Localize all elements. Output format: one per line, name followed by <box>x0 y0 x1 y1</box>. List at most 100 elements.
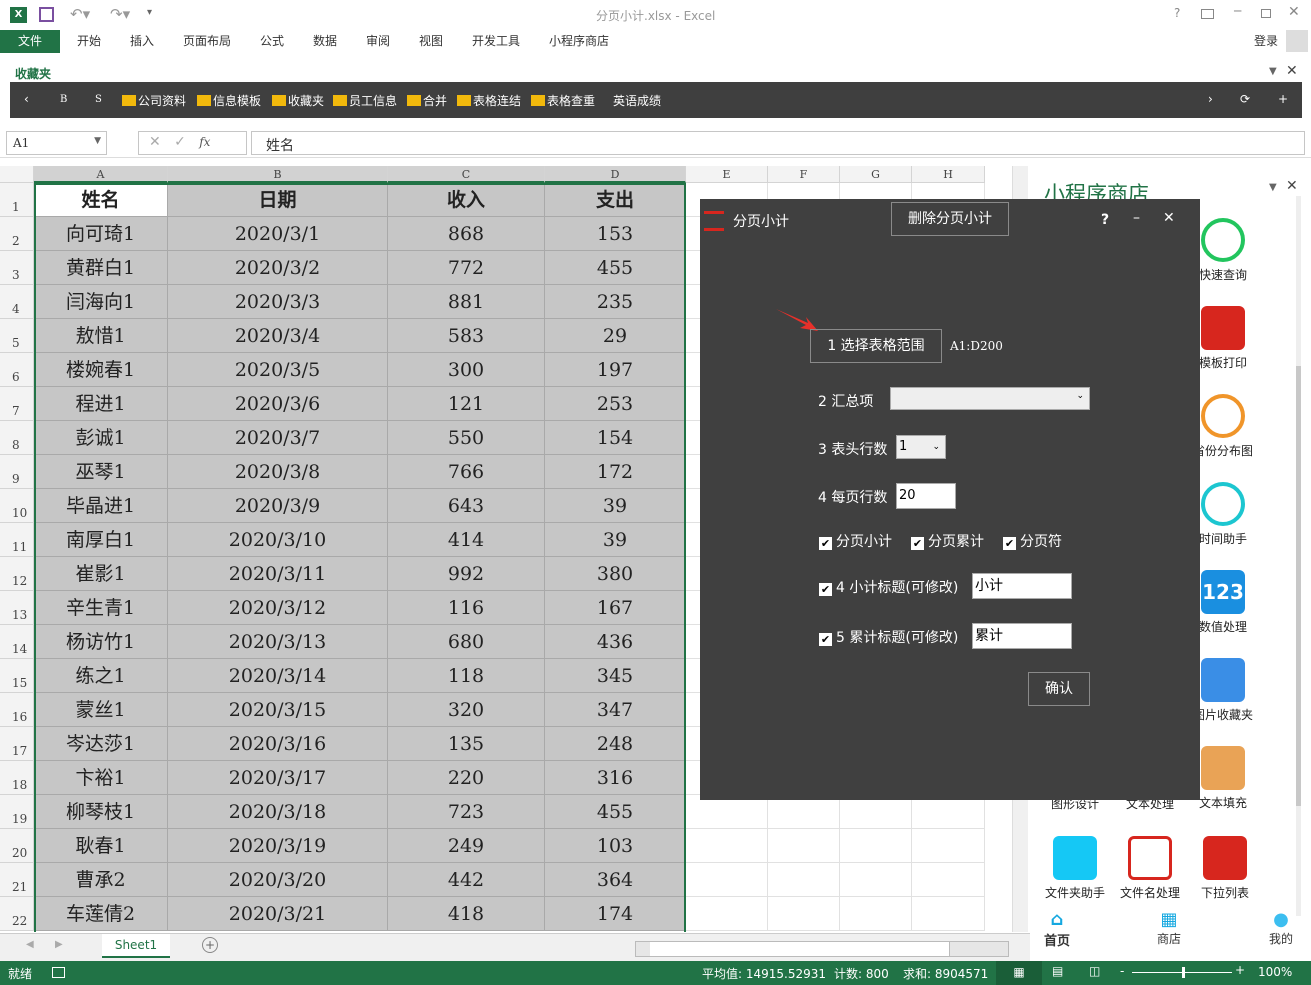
empty-cell[interactable] <box>840 795 912 829</box>
favorites-close-icon[interactable]: ✕ <box>1286 63 1298 79</box>
undo-icon[interactable]: ↶▾ <box>70 5 90 23</box>
zoom-slider[interactable] <box>1132 967 1232 978</box>
row-header[interactable]: 2 <box>0 217 34 251</box>
favorite-folder-item[interactable]: 员工信息 <box>333 92 397 109</box>
page-layout-view-icon[interactable]: ▤ <box>1052 964 1063 978</box>
empty-cell[interactable] <box>840 829 912 863</box>
cumulative-title-input[interactable]: 累计 <box>972 623 1072 649</box>
tab-mini-store[interactable]: 小程序商店 <box>549 30 609 53</box>
empty-cell[interactable] <box>912 795 985 829</box>
macro-record-icon[interactable] <box>52 967 65 978</box>
dialog-minimize-icon[interactable]: – <box>1133 210 1140 226</box>
delete-subtotal-button[interactable]: 删除分页小计 <box>891 202 1009 236</box>
empty-cell[interactable] <box>686 897 768 931</box>
tab-view[interactable]: 视图 <box>419 30 443 53</box>
tab-data[interactable]: 数据 <box>313 30 337 53</box>
panel-collapse-icon[interactable]: ▼ <box>1269 182 1277 193</box>
row-header[interactable]: 5 <box>0 319 34 353</box>
panel-item[interactable]: 下拉列表 <box>1188 836 1262 901</box>
row-header[interactable]: 9 <box>0 455 34 489</box>
panel-item[interactable]: 文件夹助手 <box>1038 836 1112 901</box>
minimize-icon[interactable]: ─ <box>1234 4 1241 18</box>
zoom-level[interactable]: 100% <box>1258 965 1292 979</box>
empty-cell[interactable] <box>768 897 840 931</box>
row-header[interactable]: 13 <box>0 591 34 625</box>
empty-cell[interactable] <box>912 829 985 863</box>
row-header[interactable]: 4 <box>0 285 34 319</box>
row-header[interactable]: 12 <box>0 557 34 591</box>
summary-item-select[interactable]: ⌄ <box>890 387 1090 410</box>
tab-page-layout[interactable]: 页面布局 <box>183 30 231 53</box>
enter-icon[interactable]: ✓ <box>174 134 186 150</box>
subtotal-title-input[interactable]: 小计 <box>972 573 1072 599</box>
checkbox-page-cumulative[interactable]: ✔ 分页累计 <box>911 531 984 551</box>
empty-cell[interactable] <box>912 897 985 931</box>
empty-cell[interactable] <box>768 795 840 829</box>
zoom-in-icon[interactable]: + <box>1235 963 1245 977</box>
s-button[interactable]: S <box>95 94 102 105</box>
tab-developer[interactable]: 开发工具 <box>472 30 520 53</box>
confirm-button[interactable]: 确认 <box>1028 672 1090 706</box>
refresh-icon[interactable]: ⟳ <box>1240 92 1250 106</box>
customize-qat-icon[interactable]: ▾ <box>147 7 152 18</box>
dialog-help-icon[interactable]: ? <box>1101 212 1109 228</box>
select-all-corner[interactable] <box>0 166 34 183</box>
row-header[interactable]: 10 <box>0 489 34 523</box>
checkbox-page-subtotal[interactable]: ✔ 分页小计 <box>819 531 892 551</box>
normal-view-icon[interactable]: ▦ <box>996 961 1042 985</box>
favorite-folder-item[interactable]: 信息模板 <box>197 92 261 109</box>
column-header[interactable]: C <box>388 166 545 183</box>
row-header[interactable]: 1 <box>0 183 34 217</box>
row-header[interactable]: 17 <box>0 727 34 761</box>
header-rows-select[interactable]: 1 ⌄ <box>896 435 946 459</box>
tab-review[interactable]: 审阅 <box>366 30 390 53</box>
avatar[interactable] <box>1286 30 1308 52</box>
row-header[interactable]: 19 <box>0 795 34 829</box>
row-header[interactable]: 15 <box>0 659 34 693</box>
empty-cell[interactable] <box>912 863 985 897</box>
page-break-view-icon[interactable]: ◫ <box>1089 964 1100 978</box>
nav-home[interactable]: ⌂ 首页 <box>1044 909 1070 949</box>
row-header[interactable]: 22 <box>0 897 34 931</box>
favorite-item-english[interactable]: 英语成绩 <box>613 92 661 109</box>
checkbox-page-break[interactable]: ✔ 分页符 <box>1003 531 1062 551</box>
login-link[interactable]: 登录 <box>1254 30 1278 53</box>
empty-cell[interactable] <box>686 863 768 897</box>
save-icon[interactable] <box>39 7 54 22</box>
formula-input[interactable]: 姓名 <box>251 131 1305 155</box>
close-icon[interactable]: ✕ <box>1288 4 1300 20</box>
empty-cell[interactable] <box>840 863 912 897</box>
column-header[interactable]: G <box>840 166 912 183</box>
row-header[interactable]: 18 <box>0 761 34 795</box>
zoom-slider-thumb[interactable] <box>1182 967 1185 978</box>
redo-icon[interactable]: ↷▾ <box>110 5 130 23</box>
sheet-prev-icon[interactable]: ◀ <box>26 939 34 950</box>
column-header[interactable]: H <box>912 166 985 183</box>
row-header[interactable]: 7 <box>0 387 34 421</box>
maximize-icon[interactable] <box>1261 9 1271 18</box>
favorite-folder-item[interactable]: 表格查重 <box>531 92 595 109</box>
row-header[interactable]: 20 <box>0 829 34 863</box>
sheet-tab-sheet1[interactable]: Sheet1 <box>102 934 170 958</box>
checkbox-subtotal-title[interactable]: ✔ 4 小计标题(可修改) <box>819 577 958 597</box>
row-header[interactable]: 16 <box>0 693 34 727</box>
favorite-folder-item[interactable]: 合并 <box>407 92 447 109</box>
tab-formulas[interactable]: 公式 <box>260 30 284 53</box>
fx-icon[interactable]: fx <box>199 135 210 149</box>
next-icon[interactable]: › <box>1208 92 1213 106</box>
favorites-collapse-icon[interactable]: ▼ <box>1269 66 1277 77</box>
empty-cell[interactable] <box>768 863 840 897</box>
column-header[interactable]: E <box>686 166 768 183</box>
horizontal-scrollbar[interactable] <box>635 941 1009 957</box>
row-header[interactable]: 14 <box>0 625 34 659</box>
zoom-out-icon[interactable]: - <box>1120 964 1124 978</box>
rows-per-page-input[interactable]: 20 <box>896 483 956 509</box>
column-header[interactable]: F <box>768 166 840 183</box>
help-icon[interactable]: ? <box>1174 6 1180 20</box>
cancel-icon[interactable]: ✕ <box>149 134 161 150</box>
row-header[interactable]: 3 <box>0 251 34 285</box>
checkbox-cumulative-title[interactable]: ✔ 5 累计标题(可修改) <box>819 627 958 647</box>
column-header[interactable]: A <box>34 166 168 183</box>
row-header[interactable]: 21 <box>0 863 34 897</box>
favorite-folder-item[interactable]: 收藏夹 <box>272 92 324 109</box>
